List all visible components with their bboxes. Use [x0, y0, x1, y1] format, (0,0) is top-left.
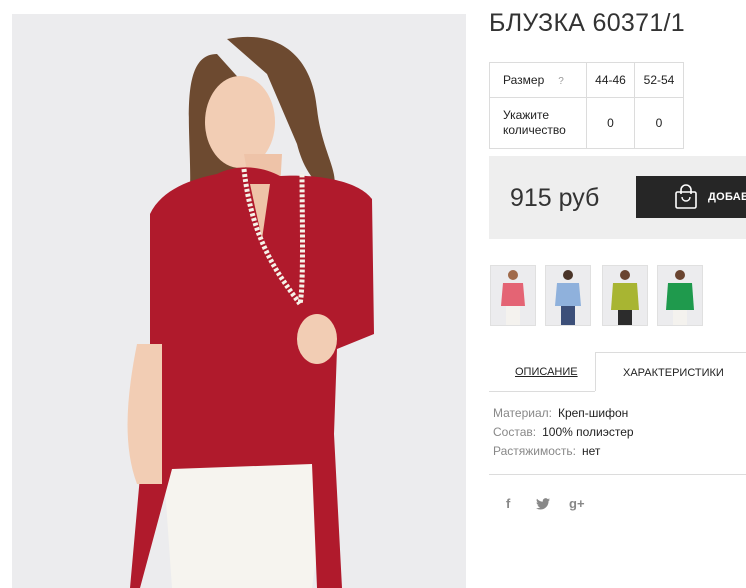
spec-row-stretch: Растяжимость: нет — [493, 444, 634, 463]
add-to-cart-button[interactable]: ДОБАВ — [636, 176, 746, 218]
tab-description[interactable]: ОПИСАНИЕ — [489, 352, 595, 392]
size-header-label: Размер — [503, 73, 545, 87]
thumbnail-image-pink — [501, 270, 525, 325]
shopping-bag-icon — [675, 184, 697, 209]
facebook-icon[interactable]: f — [506, 496, 510, 511]
tab-characteristics[interactable]: ХАРАКТЕРИСТИКИ — [595, 352, 746, 391]
model-photo — [12, 14, 466, 588]
spec-label: Состав: — [493, 425, 537, 439]
spec-label: Растяжимость: — [493, 444, 577, 458]
thumbnail-4[interactable] — [657, 265, 703, 326]
size-quantity-table: Размер? 44-46 52-54 Укажите количество 0… — [489, 62, 684, 149]
spec-label: Материал: — [493, 406, 552, 420]
quantity-label-line1: Укажите — [503, 108, 550, 122]
add-to-cart-label: ДОБАВ — [708, 191, 746, 203]
google-plus-icon[interactable]: g+ — [569, 496, 585, 511]
spec-value: Креп-шифон — [557, 406, 629, 420]
quantity-label-line2: количество — [503, 123, 566, 137]
spec-row-material: Материал: Креп-шифон — [493, 406, 634, 425]
price-panel: 915 руб ДОБАВ — [489, 156, 746, 239]
quantity-label-cell: Укажите количество — [489, 97, 587, 149]
product-specs: Материал: Креп-шифон Состав: 100% полиэсте… — [493, 406, 634, 463]
tab-description-label: ОПИСАНИЕ — [515, 366, 578, 378]
thumbnail-2[interactable] — [545, 265, 591, 326]
quantity-input-size-2[interactable]: 0 — [634, 97, 684, 149]
divider — [489, 474, 746, 475]
product-main-image[interactable] — [12, 14, 466, 588]
spec-value: нет — [582, 444, 601, 458]
product-info-tabs: ОПИСАНИЕ ХАРАКТЕРИСТИКИ — [489, 352, 746, 392]
size-option-1: 44-46 — [586, 62, 635, 98]
twitter-icon[interactable] — [536, 498, 550, 513]
product-price: 915 руб — [510, 184, 600, 212]
product-title: БЛУЗКА 60371/1 — [489, 9, 685, 37]
size-header-cell: Размер? — [489, 62, 587, 98]
thumbnail-image-olive — [611, 270, 639, 325]
thumbnail-image-green — [666, 270, 694, 325]
thumbnail-image-blue — [555, 270, 581, 325]
quantity-input-size-1[interactable]: 0 — [586, 97, 635, 149]
size-help-icon[interactable]: ? — [558, 76, 564, 87]
thumbnail-3[interactable] — [602, 265, 648, 326]
spec-value: 100% полиэстер — [542, 425, 634, 439]
thumbnail-1[interactable] — [490, 265, 536, 326]
tab-characteristics-label: ХАРАКТЕРИСТИКИ — [623, 367, 724, 379]
size-option-2: 52-54 — [634, 62, 684, 98]
spec-row-composition: Состав: 100% полиэстер — [493, 425, 634, 444]
